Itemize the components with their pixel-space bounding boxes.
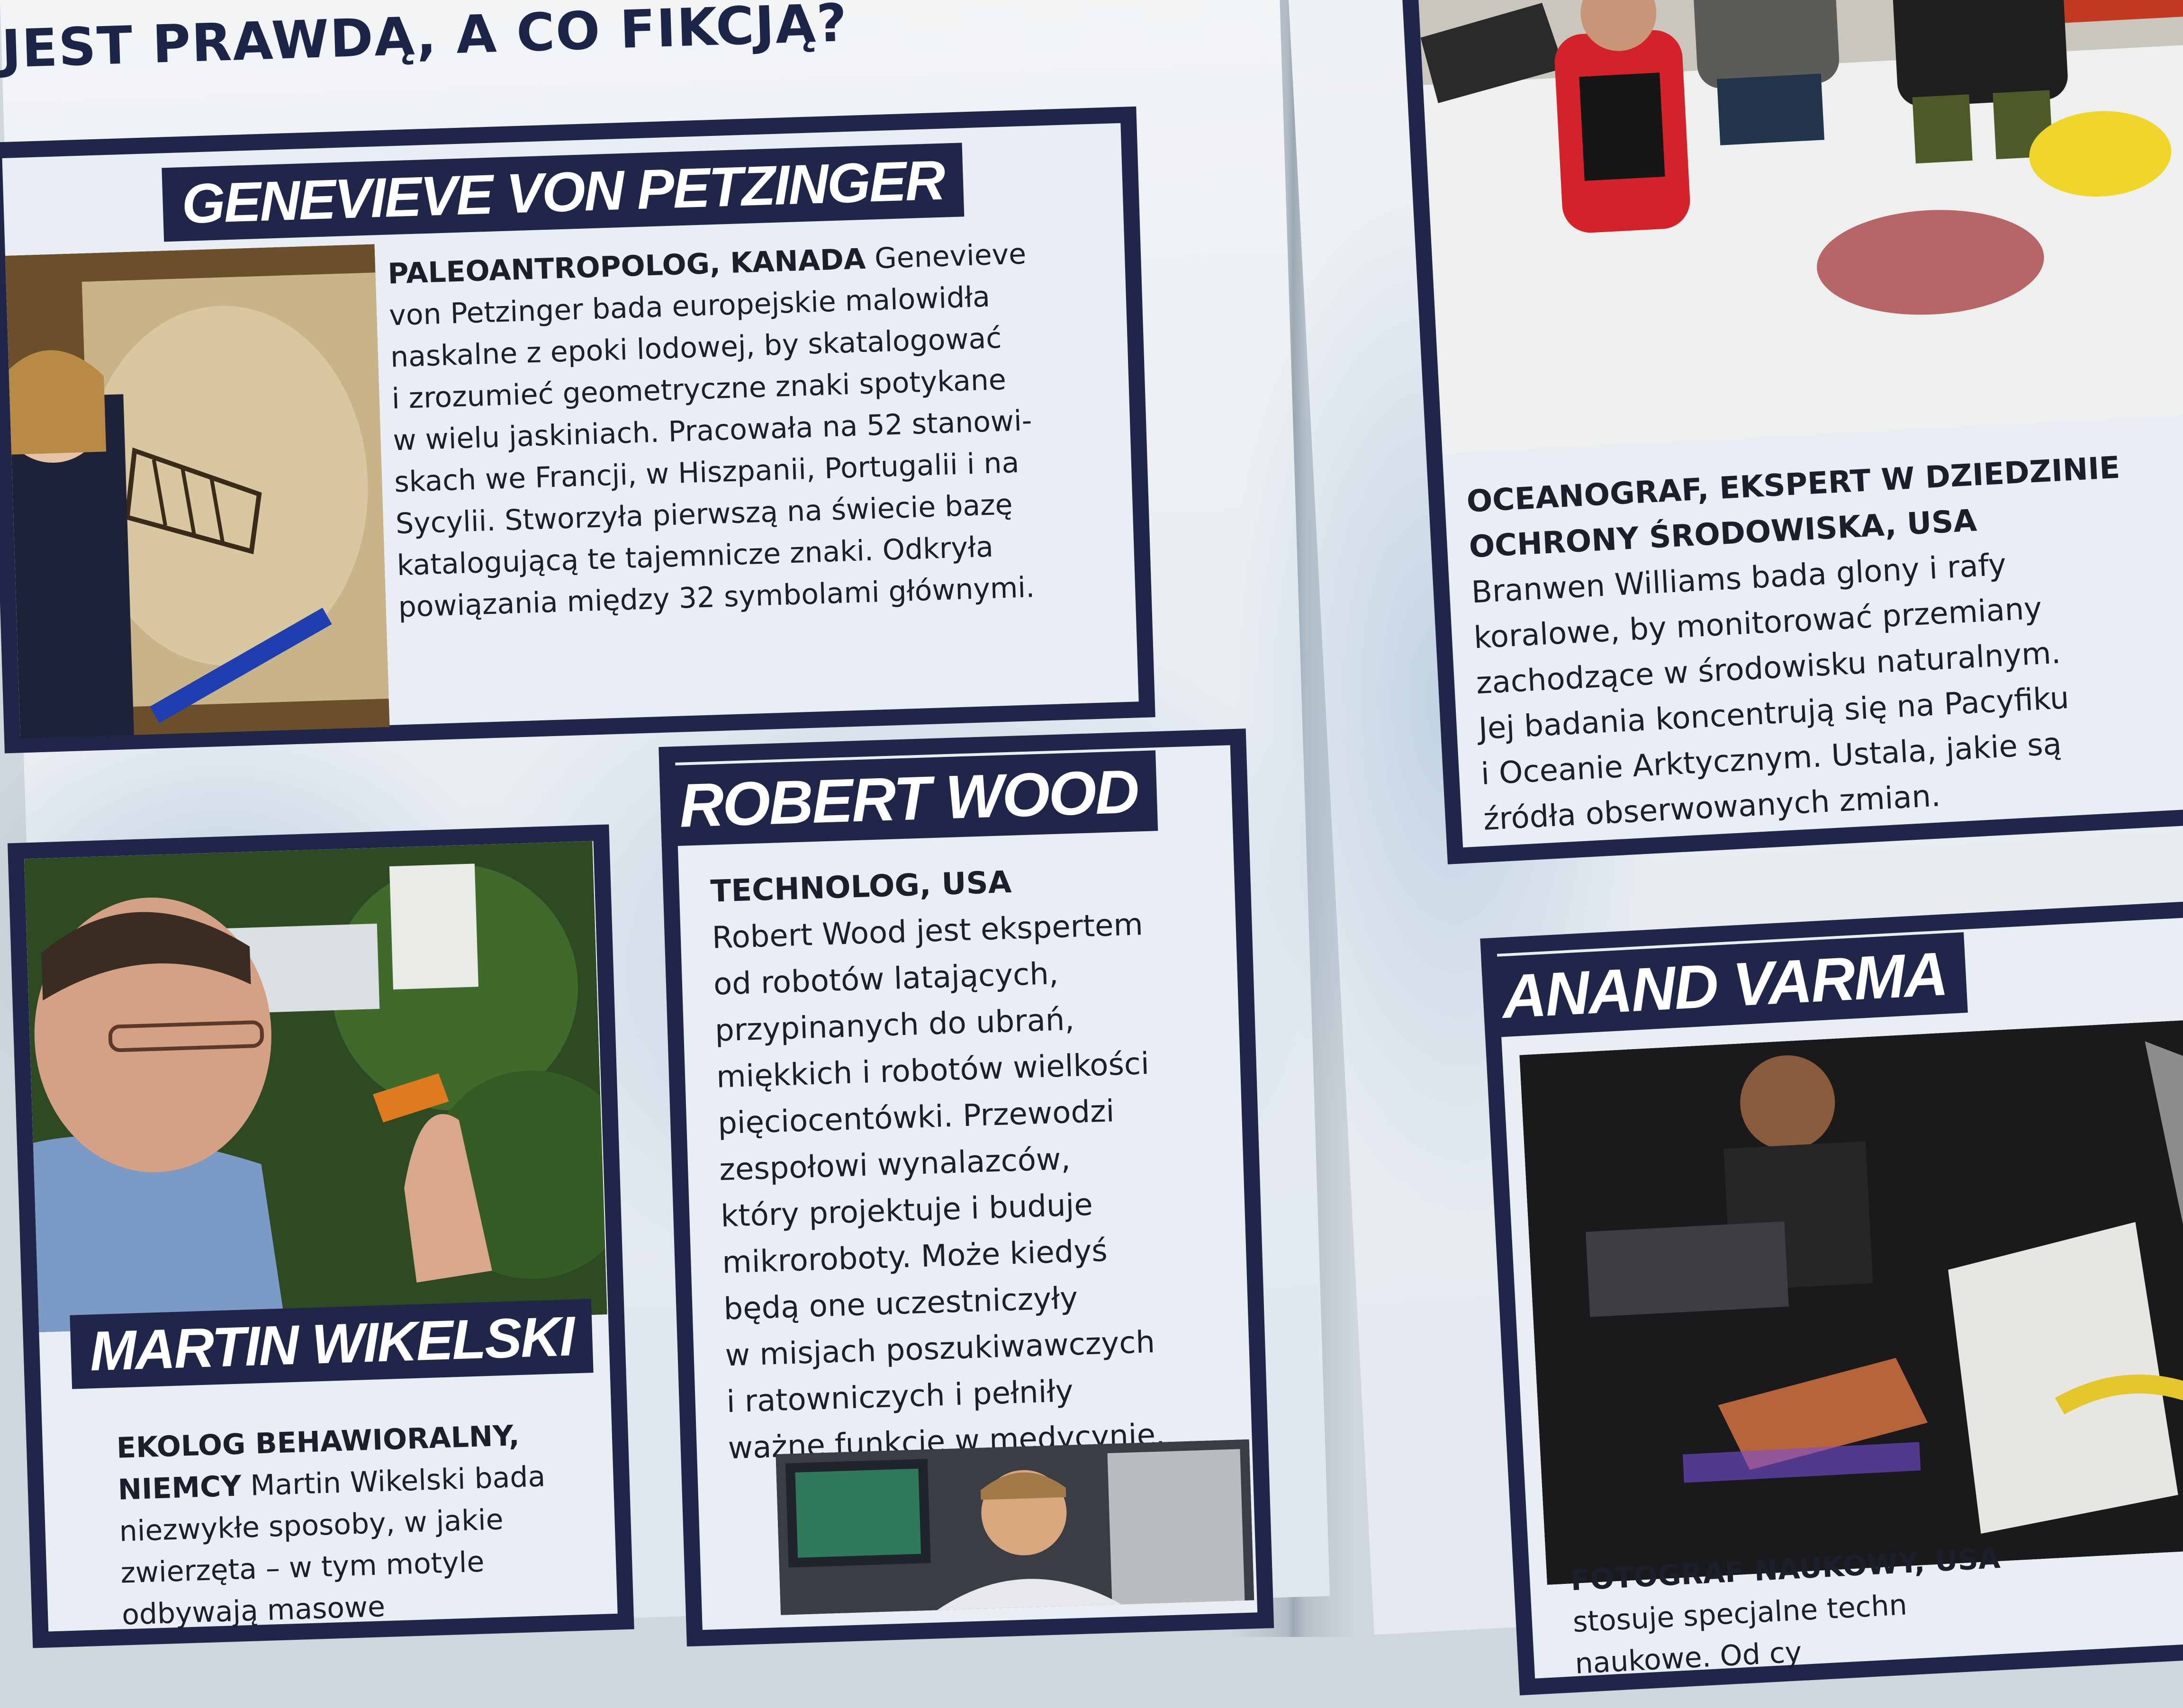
text-williams: OCEANOGRAF, EKSPERT W DZIEDZINIE OCHRONY… xyxy=(1465,445,2138,843)
role-wikelski-2: NIEMCY xyxy=(117,1469,242,1507)
text-wikelski: EKOLOG BEHAWIORALNY, NIEMCY Martin Wikel… xyxy=(116,1414,550,1636)
name-wood: ROBERT WOOD xyxy=(659,750,1158,847)
photo-wikelski xyxy=(24,841,607,1332)
photo-williams xyxy=(1417,0,2183,454)
text-line: Martin Wikelski bada xyxy=(250,1460,546,1502)
photo-petzinger xyxy=(5,244,390,739)
photo-varma xyxy=(1519,1016,2183,1585)
right-page: OCEANOGRAF, EKSPERT W DZIEDZINIE OCHRONY… xyxy=(1204,0,2183,1696)
text-varma: FOTOGRAF NAUKOWY, USA stosuje specjalne … xyxy=(1570,1537,2005,1685)
page-heading: JEST PRAWDĄ, A CO FIKCJĄ? xyxy=(0,0,849,80)
text-petzinger: PALEOANTROPOLOG, KANADA Genevieve von Pe… xyxy=(387,233,1037,628)
left-page: JEST PRAWDĄ, A CO FIKCJĄ? GENEVIEVE VON … xyxy=(0,0,1368,1648)
text-line: Genevieve xyxy=(874,237,1027,276)
text-wood: TECHNOLOG, USA Robert Wood jest eksperte… xyxy=(710,855,1166,1472)
photo-wood xyxy=(776,1439,1254,1615)
